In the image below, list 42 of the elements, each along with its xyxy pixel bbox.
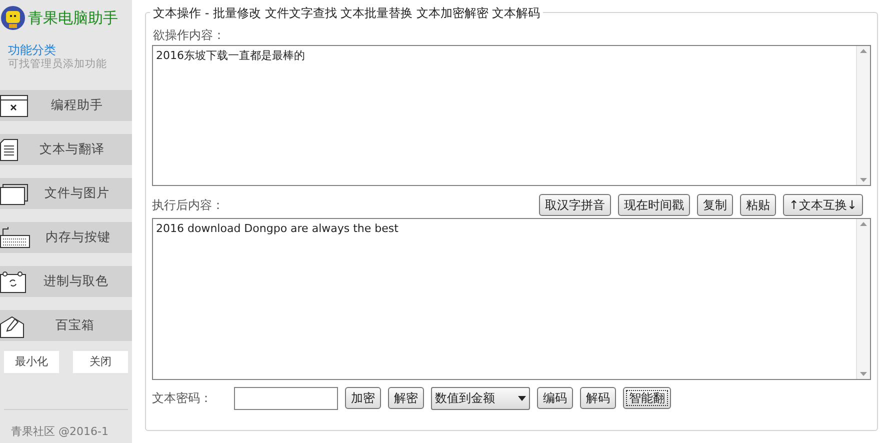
dropdown[interactable]: 数值到金额: [431, 386, 530, 410]
window-icon: [0, 94, 28, 116]
action-button[interactable]: ↑文本互换↓: [782, 194, 863, 216]
keyboard-icon: [0, 226, 30, 248]
sidebar-item[interactable]: 文本与翻译: [0, 134, 132, 165]
action-button[interactable]: 解码: [580, 387, 616, 409]
field-label: 文本密码：: [152, 390, 213, 407]
window-button[interactable]: 最小化: [4, 351, 59, 373]
password-field[interactable]: [234, 386, 338, 410]
field-label: 欲操作内容：: [152, 27, 226, 43]
sidebar-item[interactable]: 进制与取色: [0, 266, 132, 297]
sidebar-item[interactable]: 内存与按键: [0, 222, 132, 253]
text-content: 2016 download Dongpo are always the best: [155, 221, 400, 237]
app-title: 青果电脑助手: [28, 8, 118, 29]
calendar-icon: [0, 270, 26, 292]
action-button[interactable]: 加密: [345, 387, 381, 409]
caret-icon: [518, 396, 526, 400]
panel-title: 文本操作 - 批量修改 文件文字查找 文本批量替换 文本加密解密 文本解码: [150, 5, 544, 21]
action-button[interactable]: 编码: [537, 387, 573, 409]
sidebar-item[interactable]: 编程助手: [0, 90, 132, 121]
window-button[interactable]: 关闭: [73, 351, 128, 373]
sidebar-item[interactable]: 文件与图片: [0, 178, 132, 209]
text-content: 2016东坡下载一直都是最棒的: [155, 48, 306, 64]
scroll-down-icon: [860, 178, 867, 182]
robot-logo-icon: [1, 6, 25, 30]
scroll-down-icon: [860, 372, 867, 376]
action-button[interactable]: 复制: [696, 194, 733, 216]
envelope-icon: [0, 314, 24, 338]
section-hint: 可找管理员添加功能: [7, 57, 108, 71]
document-icon: [0, 138, 18, 160]
action-button[interactable]: 智能翻: [623, 387, 671, 409]
action-button[interactable]: 取汉字拼音: [538, 194, 611, 216]
section-title: 功能分类: [7, 43, 57, 57]
sidebar-item[interactable]: 百宝箱: [0, 310, 132, 341]
action-button[interactable]: 解密: [388, 387, 424, 409]
folder-icon: [0, 182, 28, 204]
action-button[interactable]: 现在时间戳: [618, 194, 690, 216]
scroll-up-icon: [860, 49, 867, 53]
footer-text: 青果社区 @2016-1: [10, 424, 110, 440]
field-label: 执行后内容：: [152, 196, 224, 214]
scroll-up-icon: [860, 222, 867, 226]
action-button[interactable]: 粘贴: [740, 194, 776, 216]
